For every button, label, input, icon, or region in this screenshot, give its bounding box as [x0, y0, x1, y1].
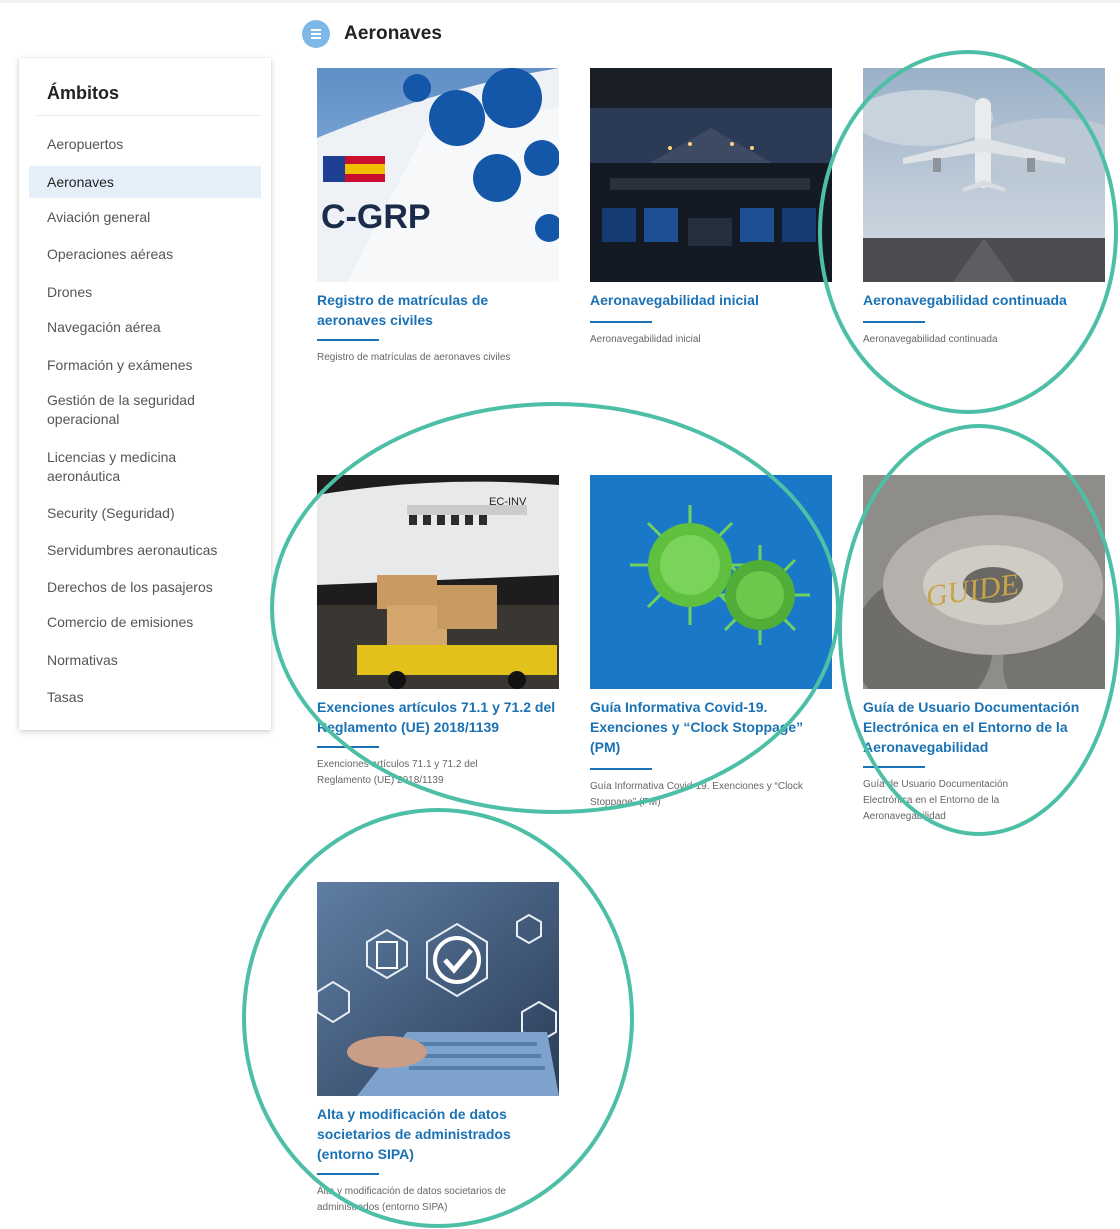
card-image[interactable]: EC-INV [317, 475, 559, 689]
sidebar-item-aeropuertos[interactable]: Aeropuertos [29, 135, 261, 154]
card-divider [317, 746, 379, 748]
card-title[interactable]: Guía Informativa Covid-19. Exenciones y … [590, 697, 825, 757]
card-divider [317, 339, 379, 341]
card-description: Guía de Usuario Documentación Electrónic… [863, 779, 1009, 822]
card-title[interactable]: Guía de Usuario Documentación Electrónic… [863, 697, 1105, 757]
aircraft-registration: EC-INV [489, 496, 527, 508]
page-header: Aeronaves [302, 20, 442, 48]
sidebar-divider [37, 115, 261, 116]
card-divider [590, 321, 652, 323]
sidebar-item-aeronaves[interactable]: Aeronaves [29, 166, 261, 198]
card-title[interactable]: Aeronavegabilidad continuada [863, 290, 1105, 310]
sidebar-item-navegacion-aerea[interactable]: Navegación aérea [29, 318, 261, 337]
card-image[interactable]: C-GRP [317, 68, 559, 282]
sidebar-item-tasas[interactable]: Tasas [29, 688, 261, 707]
card-description: Aeronavegabilidad inicial [590, 334, 701, 345]
card-description: Alta y modificación de datos societarios… [317, 1186, 506, 1213]
card-title[interactable]: Registro de matrículas de aeronaves civi… [317, 290, 517, 330]
card-divider [863, 766, 925, 768]
card-description: Registro de matrículas de aeronaves civi… [317, 352, 511, 363]
card-divider [863, 321, 925, 323]
sidebar-item-comercio-emisiones[interactable]: Comercio de emisiones [29, 613, 261, 632]
sidebar-item-aviacion-general[interactable]: Aviación general [29, 208, 261, 227]
card-description: Exenciones artículos 71.1 y 71.2 del Reg… [317, 759, 478, 786]
sidebar-item-security[interactable]: Security (Seguridad) [29, 504, 261, 523]
card-title[interactable]: Exenciones artículos 71.1 y 71.2 del Reg… [317, 697, 562, 737]
sidebar-item-gestion-seguridad[interactable]: Gestión de la seguridad operacional [29, 391, 247, 429]
sidebar: Ámbitos Aeropuertos Aeronaves Aviación g… [19, 58, 271, 730]
card-title[interactable]: Aeronavegabilidad inicial [590, 290, 832, 310]
page-title: Aeronaves [344, 23, 443, 44]
sidebar-item-drones[interactable]: Drones [29, 283, 261, 302]
sidebar-title: Ámbitos [47, 83, 119, 103]
card-image[interactable] [590, 68, 832, 282]
card-description: Aeronavegabilidad continuada [863, 334, 998, 345]
card-image[interactable] [317, 882, 559, 1096]
card-divider [317, 1173, 379, 1175]
card-divider [590, 768, 652, 770]
sidebar-item-normativas[interactable]: Normativas [29, 651, 261, 670]
list-icon [302, 20, 330, 48]
sidebar-item-licencias-medicina[interactable]: Licencias y medicina aeronáutica [29, 448, 219, 486]
registration-text: C-GRP [321, 198, 431, 236]
sidebar-item-derechos-pasajeros[interactable]: Derechos de los pasajeros [29, 578, 261, 597]
card-image[interactable] [590, 475, 832, 689]
card-image[interactable] [863, 68, 1105, 282]
card-title[interactable]: Alta y modificación de datos societarios… [317, 1104, 542, 1164]
card-description: Guía Informativa Covid-19. Exenciones y … [590, 781, 803, 808]
top-border [0, 0, 1120, 3]
sidebar-item-formacion-examenes[interactable]: Formación y exámenes [29, 356, 261, 375]
sidebar-item-servidumbres[interactable]: Servidumbres aeronauticas [29, 541, 261, 560]
card-image[interactable]: GUIDE [863, 475, 1105, 689]
sidebar-item-operaciones-aereas[interactable]: Operaciones aéreas [29, 245, 261, 264]
